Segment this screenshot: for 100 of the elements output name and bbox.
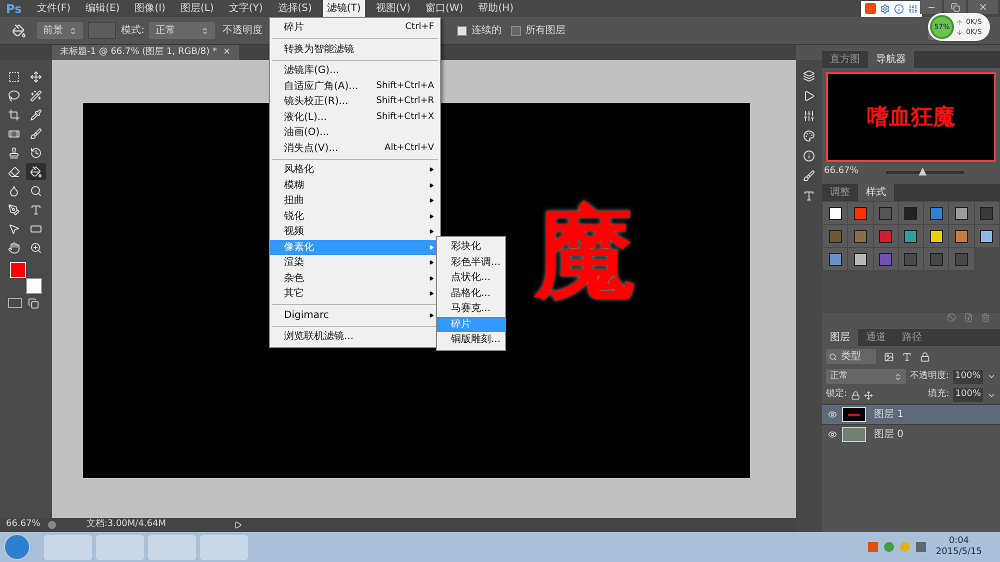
menu-item[interactable]: 浏览联机滤镜... (270, 329, 440, 344)
checkbox[interactable] (511, 26, 522, 36)
fill-source-select[interactable]: 前景 (37, 22, 83, 39)
style-swatch[interactable] (980, 230, 994, 242)
style-swatch[interactable] (904, 252, 918, 266)
panel-tab[interactable]: 路径 (894, 329, 930, 346)
checkbox[interactable] (457, 26, 468, 36)
style-swatch[interactable] (879, 252, 892, 266)
fill-field[interactable]: 100% (953, 388, 983, 402)
palette-icon[interactable] (803, 130, 815, 142)
type-filter-icon[interactable] (902, 352, 912, 362)
menu-item[interactable]: 滤镜库(G)... (270, 63, 440, 78)
panel-tab[interactable]: 直方图 (822, 51, 868, 68)
menu-item[interactable]: 镜头校正(R)... Shift+Ctrl+R (270, 94, 440, 110)
panel-tab[interactable]: 样式 (858, 184, 894, 201)
style-swatch[interactable] (854, 206, 867, 220)
start-button[interactable] (4, 534, 30, 560)
opacity-field[interactable]: 100% (953, 370, 983, 384)
background-color-swatch[interactable] (26, 278, 42, 294)
menu-item[interactable]: 选择(S) (274, 0, 316, 17)
style-swatch[interactable] (930, 230, 943, 242)
menu-item[interactable]: 转换为智能滤镜 (270, 42, 440, 57)
style-swatch[interactable] (904, 230, 918, 242)
menu-item[interactable]: 文件(F) (33, 0, 75, 17)
lock-icon[interactable] (851, 390, 860, 400)
play-icon[interactable] (234, 521, 242, 529)
menu-item[interactable]: 杂色 (270, 270, 440, 286)
gear-icon[interactable] (880, 4, 890, 14)
sliders-icon[interactable] (908, 4, 918, 14)
panel-tab[interactable]: 调整 (822, 184, 858, 201)
zoom-slider[interactable] (886, 170, 964, 174)
menu-item[interactable]: 文字(Y) (224, 0, 267, 17)
eye-icon[interactable] (828, 410, 836, 419)
navigator-preview[interactable]: 嗜血狂魔 (826, 72, 996, 162)
style-swatch[interactable] (828, 206, 842, 220)
style-swatch[interactable] (930, 252, 943, 266)
style-swatch[interactable] (955, 206, 968, 220)
style-swatch[interactable] (854, 230, 867, 242)
style-swatch[interactable] (904, 206, 918, 220)
menu-item[interactable]: 彩块化 (437, 239, 505, 254)
menu-item[interactable]: 点状化... (437, 270, 505, 286)
minimize-button[interactable] (920, 0, 942, 14)
move-icon[interactable] (864, 390, 874, 400)
menu-item[interactable]: 锐化 (270, 208, 440, 224)
style-swatch[interactable] (879, 206, 892, 220)
eye-icon[interactable] (828, 430, 836, 439)
style-swatch[interactable] (828, 230, 842, 242)
menu-item[interactable]: 帮助(H) (474, 0, 518, 17)
menu-item[interactable]: 视图(V) (372, 0, 414, 17)
menu-item[interactable]: 窗口(W) (421, 0, 468, 17)
layer-filter-select[interactable]: 类型 (826, 349, 876, 364)
menu-item[interactable]: 消失点(V)... Alt+Ctrl+V (270, 140, 440, 156)
menu-item[interactable]: 图层(L) (176, 0, 218, 17)
tray-icon[interactable] (916, 542, 926, 552)
menu-item[interactable]: 扭曲 (270, 193, 440, 208)
quick-mask-icon[interactable] (8, 298, 22, 308)
info-icon[interactable] (894, 4, 904, 14)
menu-item[interactable]: 其它 (270, 286, 440, 302)
panel-tab[interactable]: 图层 (822, 329, 858, 346)
menu-item[interactable]: 晶格化... (437, 286, 505, 301)
restore-button[interactable] (944, 0, 966, 14)
menu-item[interactable]: 马赛克... (437, 301, 505, 316)
menu-item[interactable]: 彩色半调... (437, 254, 505, 270)
menu-item[interactable]: 视频 (270, 224, 440, 240)
document-tab[interactable]: 未标题-1 @ 66.7% (图层 1, RGB/8) * × (52, 45, 239, 60)
layer-row[interactable]: 图层 0 (822, 424, 1000, 444)
menu-item[interactable]: 油画(O)... (270, 125, 440, 140)
tab-close[interactable]: × (223, 46, 231, 60)
menu-item[interactable]: 滤镜(T) (322, 0, 365, 17)
text-icon[interactable] (803, 190, 815, 202)
style-swatch[interactable] (828, 252, 842, 266)
close-button[interactable] (968, 0, 998, 14)
menu-item[interactable]: 图像(I) (130, 0, 170, 17)
status-icon[interactable] (48, 521, 56, 529)
style-swatch[interactable] (854, 252, 867, 266)
menu-item[interactable]: 模糊 (270, 178, 440, 193)
style-swatch[interactable] (955, 230, 968, 242)
foreground-color-swatch[interactable] (10, 262, 26, 278)
panel-tab[interactable]: 导航器 (868, 51, 914, 68)
style-swatch[interactable] (879, 230, 892, 242)
paint-bucket-icon[interactable] (12, 24, 26, 38)
menu-item[interactable]: 碎片 Ctrl+F (270, 20, 440, 36)
style-swatch[interactable] (955, 252, 968, 266)
style-swatch[interactable] (980, 206, 994, 220)
play-icon[interactable] (803, 90, 815, 102)
image-filter-icon[interactable] (884, 352, 894, 362)
menu-item[interactable]: 编辑(E) (82, 0, 124, 17)
blend-mode-select[interactable]: 正常 (826, 369, 906, 384)
menu-item[interactable]: 铜版雕刻... (437, 332, 505, 348)
menu-item[interactable]: Digimarc (270, 308, 440, 323)
menu-item[interactable]: 液化(L)... Shift+Ctrl+X (270, 110, 440, 125)
layers-icon[interactable] (803, 70, 815, 82)
paint-bucket-icon[interactable] (26, 163, 46, 180)
slider-thumb[interactable] (918, 168, 927, 176)
layer-row[interactable]: 图层 1 (822, 404, 1000, 424)
panel-tab[interactable]: 通道 (858, 329, 894, 346)
menu-item[interactable]: 渲染 (270, 255, 440, 270)
lock-filter-icon[interactable] (920, 352, 930, 362)
screen-mode-icon[interactable] (28, 298, 39, 309)
menu-item[interactable]: 风格化 (270, 162, 440, 178)
